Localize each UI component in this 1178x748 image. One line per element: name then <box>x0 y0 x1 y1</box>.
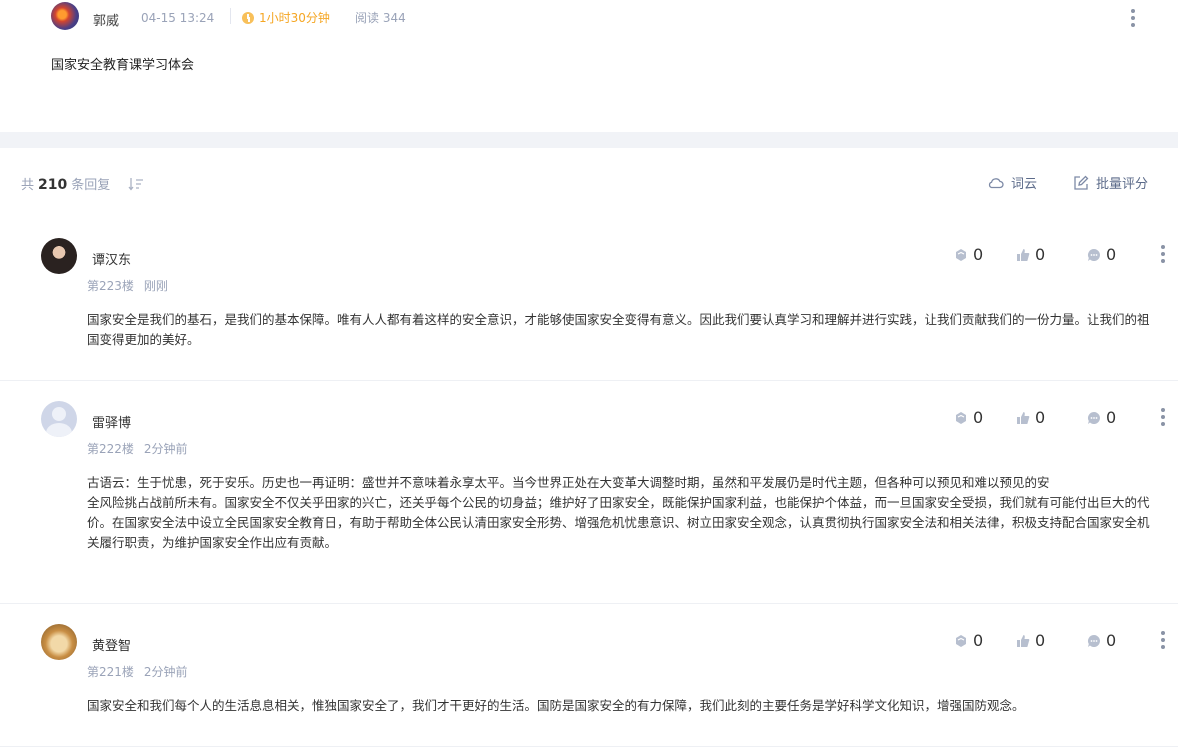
word-cloud-label: 词云 <box>1011 177 1038 192</box>
reply-content: 国家安全是我们的基石，是我们的基本保障。唯有人人都有着这样的安全意识，才能够使国… <box>87 310 1157 350</box>
like-button[interactable]: 0 <box>1016 245 1045 264</box>
reply-author[interactable]: 雷驿博 <box>92 412 131 431</box>
medal-icon <box>956 634 966 647</box>
reply-author[interactable]: 谭汉东 <box>92 249 131 268</box>
batch-grade-button[interactable]: 批量评分 <box>1073 173 1148 192</box>
reply-paragraph: 全风险挑占战前所未有。国家安全不仅关乎田家的兴亡，还关乎每个公民的切身益；维护好… <box>87 495 1150 550</box>
like-button[interactable]: 0 <box>1016 408 1045 427</box>
award-count: 0 <box>973 631 984 650</box>
reply-item: 黄登智 第221楼 2分钟前 0 0 0 国家安全和我们每个人的生活息息相关，惟… <box>0 616 1178 746</box>
reply-toolbar: 共 210 条回复 词云 批量评分 <box>0 168 1178 198</box>
floor-number: 第223楼 <box>87 279 134 293</box>
section-separator <box>0 132 1178 148</box>
author-avatar[interactable] <box>51 2 79 30</box>
more-vertical-icon[interactable] <box>1131 9 1135 27</box>
comment-count: 0 <box>1106 631 1117 650</box>
reply-item: 谭汉东 第223楼 刚刚 0 0 0 国家安全是我们的基石，是我们的基本保障。唯… <box>0 230 1178 380</box>
post-author[interactable]: 郭威 <box>93 10 119 29</box>
award-button[interactable]: 0 <box>954 408 983 427</box>
floor-number: 第222楼 <box>87 442 134 456</box>
post-title: 国家安全教育课学习体会 <box>51 58 195 73</box>
comment-count: 0 <box>1106 408 1117 427</box>
more-vertical-icon[interactable] <box>1161 408 1165 426</box>
edit-icon <box>1074 175 1089 190</box>
award-button[interactable]: 0 <box>954 631 983 650</box>
chat-bubble-icon <box>1087 411 1100 424</box>
reply-content: 国家安全和我们每个人的生活息息相关，惟独国家安全了，我们才干更好的生活。国防是国… <box>87 696 1157 716</box>
medal-icon <box>956 248 966 261</box>
divider <box>0 380 1178 381</box>
chat-bubble-icon <box>1087 248 1100 261</box>
floor-number: 第221楼 <box>87 665 134 679</box>
avatar[interactable] <box>41 238 77 274</box>
like-count: 0 <box>1035 408 1046 427</box>
post-duration: 1小时30分钟 <box>242 9 330 26</box>
award-count: 0 <box>973 245 984 264</box>
read-count: 阅读 344 <box>355 11 406 25</box>
reply-meta: 第223楼 刚刚 <box>87 277 168 294</box>
reply-meta: 第222楼 2分钟前 <box>87 440 188 457</box>
divider <box>230 8 231 24</box>
comment-button[interactable]: 0 <box>1087 631 1116 650</box>
reply-count-suffix: 条回复 <box>71 178 111 193</box>
award-count: 0 <box>973 408 984 427</box>
post-time: 04-15 13:24 <box>141 11 215 25</box>
reply-author[interactable]: 黄登智 <box>92 635 131 654</box>
thumbs-up-icon <box>1017 248 1030 261</box>
thumbs-up-icon <box>1017 411 1030 424</box>
sort-icon[interactable] <box>128 177 144 191</box>
reply-time: 刚刚 <box>143 279 168 293</box>
more-vertical-icon[interactable] <box>1161 631 1165 649</box>
like-count: 0 <box>1035 245 1046 264</box>
duration-text: 1小时30分钟 <box>259 11 330 25</box>
more-vertical-icon[interactable] <box>1161 245 1165 263</box>
reply-time: 2分钟前 <box>143 665 188 679</box>
reply-meta: 第221楼 2分钟前 <box>87 663 188 680</box>
reply-count-prefix: 共 <box>21 178 35 193</box>
avatar[interactable] <box>41 401 77 437</box>
medal-icon <box>956 411 966 424</box>
cloud-icon <box>988 178 1004 189</box>
thumbs-up-icon <box>1017 634 1030 647</box>
chat-bubble-icon <box>1087 634 1100 647</box>
post-header: 郭威 04-15 13:24 1小时30分钟 阅读 344 <box>0 0 1178 36</box>
batch-grade-label: 批量评分 <box>1096 177 1149 192</box>
comment-button[interactable]: 0 <box>1087 408 1116 427</box>
reply-count: 共 210 条回复 <box>21 174 110 193</box>
reply-time: 2分钟前 <box>143 442 188 456</box>
reply-paragraph: 国家安全和我们每个人的生活息息相关，惟独国家安全了，我们才干更好的生活。国防是国… <box>87 698 1025 713</box>
reply-content: 古语云：生于忧患，死于安乐。历史也一再证明：盛世并不意味着永享太平。当今世界正处… <box>87 473 1157 553</box>
divider <box>0 603 1178 604</box>
reply-paragraph: 古语云：生于忧患，死于安乐。历史也一再证明：盛世并不意味着永享太平。当今世界正处… <box>87 475 1050 490</box>
award-button[interactable]: 0 <box>954 245 983 264</box>
like-count: 0 <box>1035 631 1046 650</box>
reply-item: 雷驿博 第222楼 2分钟前 0 0 0 古语云：生于忧患，死于安乐。历史也一再… <box>0 393 1178 603</box>
reply-paragraph: 国家安全是我们的基石，是我们的基本保障。唯有人人都有着这样的安全意识，才能够使国… <box>87 312 1150 347</box>
avatar[interactable] <box>41 624 77 660</box>
reply-count-number: 210 <box>38 177 68 193</box>
like-button[interactable]: 0 <box>1016 631 1045 650</box>
clock-icon <box>242 11 254 24</box>
word-cloud-button[interactable]: 词云 <box>987 173 1037 192</box>
comment-button[interactable]: 0 <box>1087 245 1116 264</box>
divider <box>0 746 1178 747</box>
comment-count: 0 <box>1106 245 1117 264</box>
